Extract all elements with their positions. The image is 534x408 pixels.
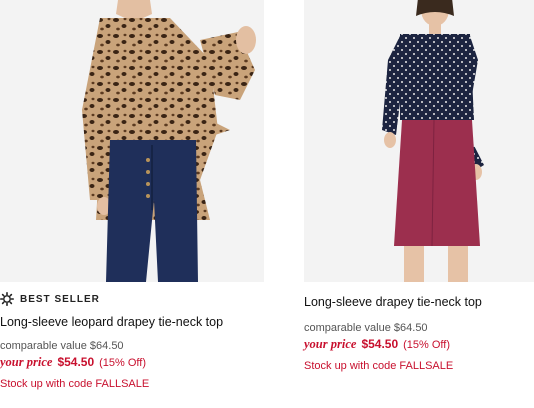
comparable-label: comparable value — [304, 322, 391, 334]
product-image-dot-top[interactable] — [304, 0, 534, 282]
promo-message: Stock up with code FALLSALE — [0, 378, 150, 390]
comparable-value: comparable value $64.50 — [0, 340, 264, 352]
comparable-label: comparable value — [0, 340, 87, 352]
price-row: your price $54.50 (15% Off) — [304, 337, 534, 352]
sale-price: $54.50 — [361, 337, 399, 351]
leopard-model-illustration — [0, 0, 264, 282]
your-price-label: your price — [304, 337, 357, 351]
price-row: your price $54.50 (15% Off) — [0, 355, 264, 370]
your-price-label: your price — [0, 355, 53, 369]
product-card-dot[interactable]: Long-sleeve drapey tie-neck top comparab… — [304, 0, 534, 372]
sale-price: $54.50 — [57, 355, 95, 369]
badge-label: BEST SELLER — [20, 293, 100, 305]
product-card-leopard[interactable]: BEST SELLER Long-sleeve leopard drapey t… — [0, 0, 264, 390]
discount-percent: (15% Off) — [403, 339, 451, 351]
comparable-price: $64.50 — [89, 340, 124, 352]
discount-percent: (15% Off) — [99, 357, 147, 369]
comparable-price: $64.50 — [393, 322, 428, 334]
best-seller-badge: BEST SELLER — [0, 292, 264, 306]
product-title-link[interactable]: Long-sleeve leopard drapey tie-neck top — [0, 314, 264, 330]
dot-blouse-model-illustration — [304, 0, 534, 282]
product-image-leopard-top[interactable] — [0, 0, 264, 282]
comparable-value: comparable value $64.50 — [304, 322, 534, 334]
product-title-link[interactable]: Long-sleeve drapey tie-neck top — [304, 294, 534, 310]
sparkle-badge-icon — [0, 292, 14, 306]
promo-message: Stock up with code FALLSALE — [304, 360, 454, 372]
